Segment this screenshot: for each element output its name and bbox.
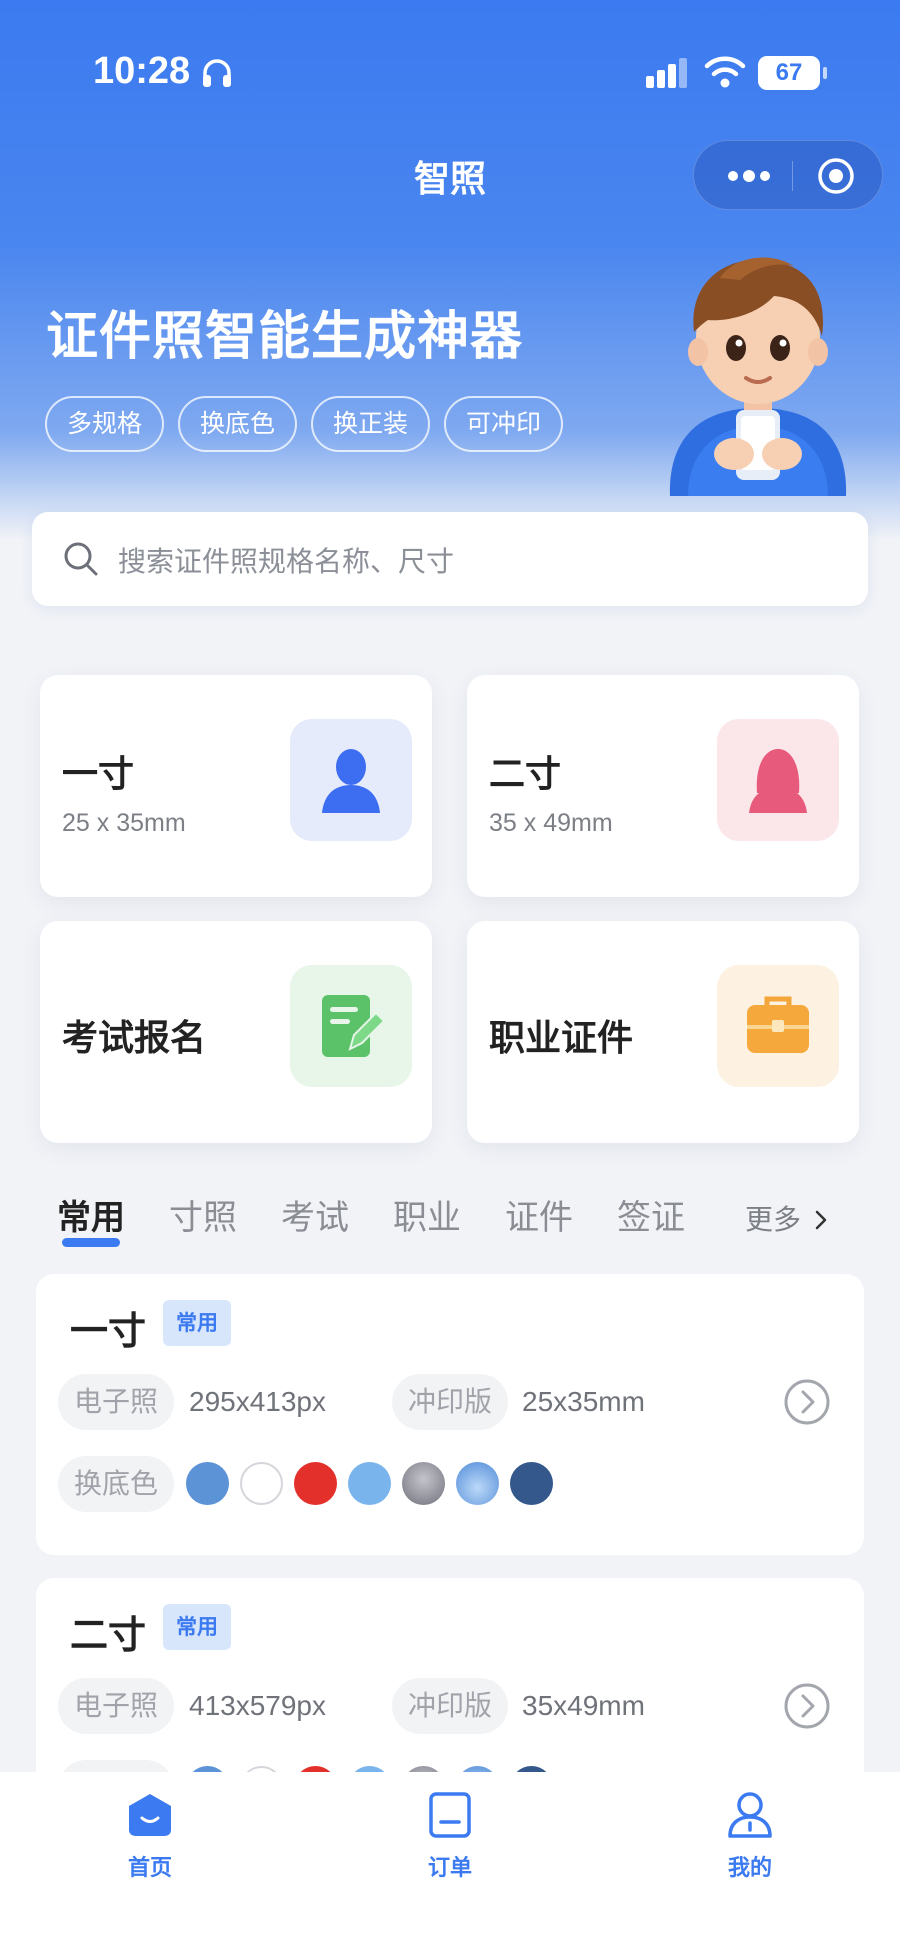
spec-title: 二寸 <box>70 1613 147 1657</box>
swatch-blue-gradient[interactable] <box>456 1462 499 1505</box>
tab-career[interactable]: 职业 <box>393 1190 461 1239</box>
spec-card-two-inch[interactable]: 二寸 常用 电子照 413x579px 冲印版 35x49mm <box>36 1578 864 1816</box>
swatch-blue[interactable] <box>186 1462 229 1505</box>
feature-title: 考试报名 <box>62 1018 207 1059</box>
mini-program-capsule <box>693 140 883 210</box>
status-time: 10:28 <box>93 50 191 92</box>
feature-size: 25 x 35mm <box>62 809 186 837</box>
tab-exam[interactable]: 考试 <box>281 1190 349 1239</box>
spec-title: 一寸 <box>70 1309 147 1353</box>
swatch-white[interactable] <box>240 1462 283 1505</box>
chevron-right-icon <box>815 1210 827 1230</box>
order-icon <box>429 1792 471 1838</box>
status-bar: 10:28 67 <box>0 0 900 140</box>
battery-indicator: 67 <box>758 56 827 90</box>
career-icon-box <box>717 965 839 1087</box>
wifi-icon <box>704 56 746 88</box>
hero-tag: 换正装 <box>311 396 431 452</box>
portrait-icon-box <box>290 719 412 841</box>
digital-photo-label: 电子照 <box>58 1678 175 1734</box>
profile-icon <box>728 1792 772 1838</box>
digital-photo-size: 413x579px <box>189 1690 327 1721</box>
portrait-icon-box <box>717 719 839 841</box>
hero-title: 证件照智能生成神器 <box>46 307 524 367</box>
swatch-dark-blue[interactable] <box>510 1462 553 1505</box>
male-portrait-icon <box>322 749 380 813</box>
nav-orders[interactable]: 订单 <box>370 1790 530 1882</box>
print-version-size: 35x49mm <box>522 1690 645 1721</box>
bottom-navigation: 首页 订单 我的 <box>0 1772 900 1956</box>
background-color-swatches <box>186 1462 553 1505</box>
search-input[interactable]: 搜索证件照规格名称、尺寸 <box>32 512 868 606</box>
hero-tags: 多规格 换底色 换正装 可冲印 <box>45 396 564 452</box>
feature-card-exam[interactable]: 考试报名 <box>40 921 432 1143</box>
female-portrait-icon <box>749 749 807 813</box>
search-icon <box>64 542 98 576</box>
feature-title: 二寸 <box>489 754 562 795</box>
nav-orders-label: 订单 <box>427 1856 472 1881</box>
arrow-right-circle-icon[interactable] <box>783 1682 831 1730</box>
feature-card-one-inch[interactable]: 一寸 25 x 35mm <box>40 675 432 897</box>
nav-home-label: 首页 <box>127 1856 172 1881</box>
nav-profile-label: 我的 <box>727 1856 772 1881</box>
arrow-right-circle-icon[interactable] <box>783 1378 831 1426</box>
hero-tag: 可冲印 <box>444 396 564 452</box>
hero-tag: 换底色 <box>178 396 298 452</box>
signal-icon <box>646 58 687 88</box>
spec-card-one-inch[interactable]: 一寸 常用 电子照 295x413px 冲印版 25x35mm 换底色 <box>36 1274 864 1555</box>
feature-card-career[interactable]: 职业证件 <box>467 921 859 1143</box>
print-version-label: 冲印版 <box>392 1374 509 1430</box>
category-tabs: 常用 寸照 考试 职业 证件 签证 <box>57 1190 857 1260</box>
nav-home[interactable]: 首页 <box>70 1790 230 1882</box>
feature-title: 职业证件 <box>489 1018 634 1059</box>
change-background-label: 换底色 <box>58 1456 175 1512</box>
digital-photo-label: 电子照 <box>58 1374 175 1430</box>
tab-common[interactable]: 常用 <box>57 1190 125 1239</box>
home-icon <box>129 1794 171 1836</box>
capsule-divider <box>792 161 793 191</box>
hero-tag: 多规格 <box>45 396 165 452</box>
tab-certificate[interactable]: 证件 <box>505 1190 573 1239</box>
print-version-label: 冲印版 <box>392 1678 509 1734</box>
swatch-red[interactable] <box>294 1462 337 1505</box>
tab-visa[interactable]: 签证 <box>617 1190 685 1239</box>
print-version-size: 25x35mm <box>522 1386 645 1417</box>
tab-more-button[interactable]: 更多 <box>745 1198 828 1238</box>
swatch-light-blue[interactable] <box>348 1462 391 1505</box>
close-target-icon[interactable] <box>816 156 856 196</box>
feature-card-two-inch[interactable]: 二寸 35 x 49mm <box>467 675 859 897</box>
mascot-illustration <box>669 257 847 496</box>
spec-badge: 常用 <box>163 1300 231 1346</box>
swatch-gray-gradient[interactable] <box>402 1462 445 1505</box>
edit-form-icon <box>322 995 386 1057</box>
briefcase-icon <box>747 996 809 1053</box>
digital-photo-size: 295x413px <box>189 1386 327 1417</box>
feature-title: 一寸 <box>62 754 135 795</box>
feature-size: 35 x 49mm <box>489 809 613 837</box>
nav-profile[interactable]: 我的 <box>670 1790 830 1882</box>
tab-more-label: 更多 <box>745 1203 802 1236</box>
active-tab-indicator <box>62 1238 120 1247</box>
more-options-icon[interactable] <box>726 165 772 187</box>
exam-icon-box <box>290 965 412 1087</box>
search-placeholder: 搜索证件照规格名称、尺寸 <box>118 545 455 578</box>
tab-inch-photo[interactable]: 寸照 <box>169 1190 237 1239</box>
headphone-icon <box>203 59 231 87</box>
spec-badge: 常用 <box>163 1604 231 1650</box>
